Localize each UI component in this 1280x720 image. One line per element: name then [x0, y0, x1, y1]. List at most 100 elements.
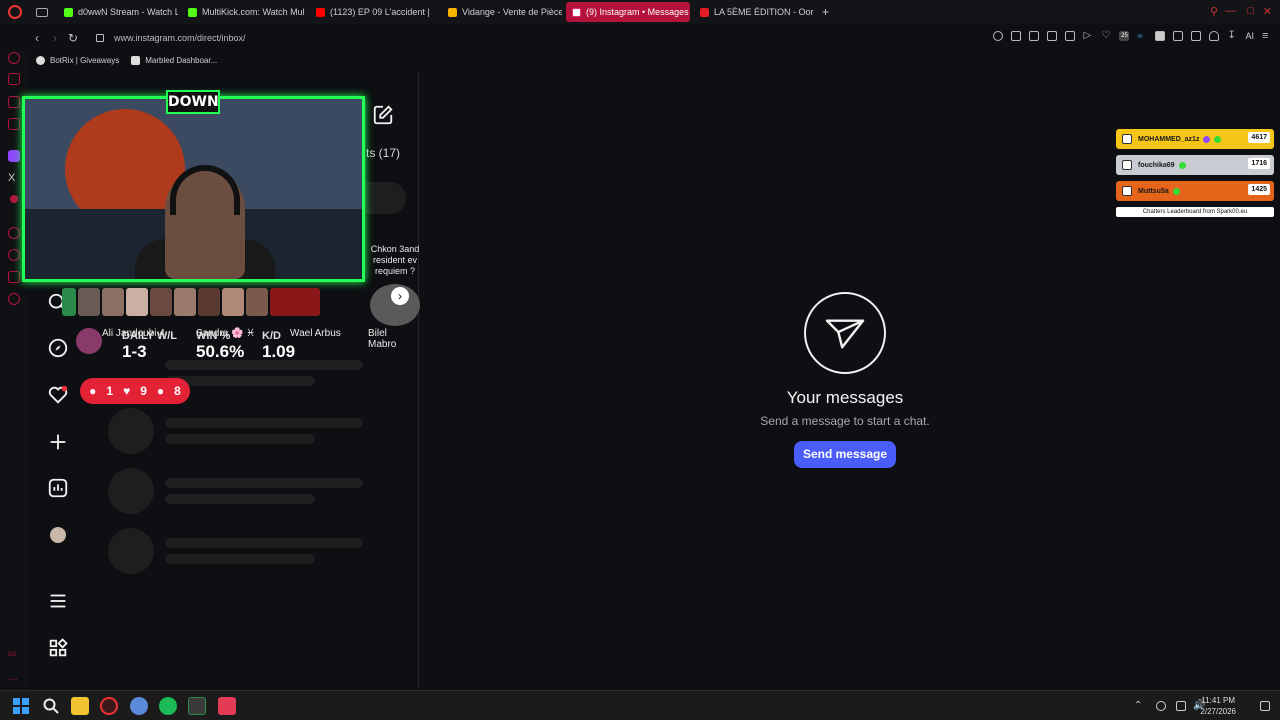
badge-icon	[1203, 135, 1211, 143]
search-tabs-icon[interactable]: ⚲	[1210, 5, 1218, 18]
sidebar-clock-icon[interactable]	[8, 227, 20, 239]
maximize-icon[interactable]: □	[1247, 5, 1254, 17]
sidebar-music-icon[interactable]	[8, 73, 20, 85]
snapshot-icon[interactable]	[1029, 31, 1040, 41]
network-icon[interactable]	[1176, 701, 1186, 711]
daily-wl-label: DAILY W/L	[122, 330, 178, 342]
instagram-icon	[572, 7, 581, 17]
story-label-bilel[interactable]: Bilel Mabro	[368, 328, 418, 350]
audio-wave-icon[interactable]: ≈	[1137, 31, 1147, 41]
extension-badge-icon[interactable]: 25	[1119, 31, 1130, 41]
grid-icon	[131, 55, 141, 65]
back-icon[interactable]: ‹	[28, 31, 46, 45]
play-icon[interactable]: ▷	[1083, 31, 1093, 41]
browser-tab-bar: d0wwN Stream - Watch Li MultiKick.com: W…	[0, 0, 1280, 24]
chevron-right-icon[interactable]: ›	[391, 287, 409, 305]
file-explorer-icon[interactable]	[71, 697, 89, 715]
tab-multikick[interactable]: MultiKick.com: Watch Mul	[182, 2, 306, 22]
dashboard-icon[interactable]	[47, 477, 69, 499]
sidebar-messenger-icon[interactable]	[8, 96, 20, 108]
new-tab-button[interactable]: +	[822, 5, 829, 19]
rank-icon	[76, 328, 102, 354]
player-face	[246, 288, 268, 316]
leaderboard-score: 1425	[1248, 184, 1270, 195]
toolbar-icons: ▷ ♡ 25 ≈ ↧ AI ≡	[993, 31, 1272, 42]
tab-youtube[interactable]: (1123) EP 09 L'accident |	[310, 2, 438, 22]
create-icon[interactable]	[47, 431, 69, 453]
puzzle-icon[interactable]	[1191, 31, 1202, 41]
player-face	[126, 288, 148, 316]
pin-icon[interactable]	[1011, 31, 1022, 41]
ai-button[interactable]: AI	[1245, 31, 1254, 41]
terminal-icon[interactable]	[188, 697, 206, 715]
download-icon[interactable]: ↧	[1227, 31, 1237, 41]
bookmark-marbled[interactable]: Marbled Dashboar...	[131, 55, 217, 65]
player-face	[222, 288, 244, 316]
also-from-meta-icon[interactable]	[47, 637, 69, 659]
requests-link[interactable]: ts (17)	[366, 146, 400, 160]
app-taskbar-icon[interactable]	[130, 697, 148, 715]
empty-state-title: Your messages	[786, 388, 904, 407]
spotify-icon[interactable]	[159, 697, 177, 715]
opera-gx-taskbar-icon[interactable]	[100, 697, 118, 715]
more-icon[interactable]: …	[8, 672, 20, 684]
easy-setup-icon[interactable]: ≡	[1262, 31, 1272, 42]
gx-icon[interactable]: GX	[8, 652, 20, 664]
notifications-icon[interactable]	[1260, 701, 1270, 711]
workspaces-icon[interactable]	[36, 7, 48, 17]
zoom-icon[interactable]	[993, 31, 1004, 41]
clock-date: 2/27/2026	[1200, 707, 1236, 716]
url-field[interactable]: www.instagram.com/direct/inbox/	[114, 33, 246, 43]
reload-icon[interactable]: ↻	[64, 31, 82, 45]
microphone-icon[interactable]	[1156, 701, 1166, 711]
forward-icon[interactable]: ›	[46, 31, 64, 45]
chevron-up-icon[interactable]: ⌃	[1134, 701, 1144, 711]
profile-avatar[interactable]	[50, 527, 66, 543]
comment-count: 1	[106, 384, 114, 398]
bookmark-botrix[interactable]: BotRix | Giveaways	[36, 55, 119, 65]
stats-overlay: DAILY W/L 1-3 WIN % 50.6% K/D 1.09	[62, 288, 348, 368]
x-icon[interactable]: X	[8, 172, 20, 184]
youtube-icon	[316, 7, 325, 17]
leaderboard-footer: Chatters Leaderboard from Spark00.eu	[1116, 207, 1274, 217]
notifications-heart-icon[interactable]	[47, 384, 69, 406]
send-message-button[interactable]: Send message	[794, 441, 896, 468]
extension-icon[interactable]	[1155, 31, 1166, 41]
bookmarks-bar: BotRix | Giveaways Marbled Dashboar...	[28, 51, 221, 69]
clock-time: 11:41 PM	[1201, 696, 1236, 705]
screenshot-icon[interactable]	[1065, 31, 1076, 41]
menu-icon[interactable]	[47, 590, 69, 612]
app-red-icon[interactable]	[218, 697, 236, 715]
aria-icon[interactable]	[8, 52, 20, 64]
new-message-icon[interactable]	[372, 104, 394, 126]
tab-d0wwn-stream[interactable]: d0wwN Stream - Watch Li	[58, 2, 178, 22]
youtube-sidebar-icon[interactable]	[10, 195, 18, 203]
wallet-icon[interactable]	[1173, 31, 1184, 41]
windows-start-icon[interactable]	[12, 697, 30, 715]
leaderboard-row: fouchika69 1716	[1116, 155, 1274, 175]
vidange-icon	[448, 7, 457, 17]
sidebar-player-icon[interactable]	[8, 118, 20, 130]
profile-icon[interactable]	[1209, 31, 1220, 41]
like-count: 9	[140, 384, 147, 398]
crown-icon	[1122, 186, 1132, 196]
close-icon[interactable]: ✕	[1263, 5, 1272, 18]
tab-vidange[interactable]: Vidange - Vente de Pièce:	[442, 2, 562, 22]
social-counts-pill: ● 1 ♥ 9 ● 8	[80, 378, 190, 404]
settings-icon[interactable]	[8, 293, 20, 305]
play-marker	[62, 288, 76, 316]
tab-instagram-messages[interactable]: (9) Instagram • Messages	[566, 2, 690, 22]
minimize-icon[interactable]: —	[1225, 5, 1236, 17]
heart-icon[interactable]: ♡	[1101, 31, 1111, 41]
sidebar-share-icon[interactable]	[8, 271, 20, 283]
twitch-icon[interactable]	[8, 150, 20, 162]
tab-ooredoo[interactable]: LA 5ÈME ÉDITION - Oored	[694, 2, 814, 22]
shield-icon[interactable]	[1047, 31, 1058, 41]
opera-menu-icon[interactable]	[8, 5, 22, 19]
search-icon[interactable]	[42, 697, 60, 715]
clock[interactable]: 11:41 PM 2/27/2026	[1200, 695, 1236, 717]
history-icon[interactable]	[8, 249, 20, 261]
kick-icon	[64, 7, 73, 17]
ooredoo-icon	[700, 7, 709, 17]
leaderboard-name: MOHAMMED_az1z	[1138, 135, 1200, 143]
